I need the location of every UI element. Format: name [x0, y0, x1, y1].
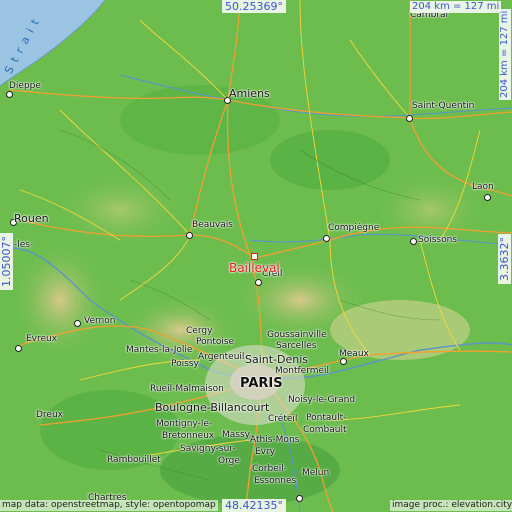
- city-dot: [410, 238, 417, 245]
- city-label-meaux: Meaux: [339, 349, 369, 359]
- map-credit: map data: openstreetmap, style: opentopo…: [0, 500, 218, 511]
- target-location-label: Bailleval: [229, 261, 280, 275]
- city-dot: [323, 235, 330, 242]
- city-label-saint-denis: Saint-Denis: [245, 353, 309, 366]
- city-label-orge: Orge: [218, 456, 240, 466]
- city-dot: [296, 495, 303, 502]
- city-label-montfermeil: Montfermeil: [275, 366, 330, 376]
- city-label-savigny: Savigny-sur-: [180, 444, 236, 454]
- city-label-bretonneux: Bretonneux: [162, 431, 215, 441]
- city-label-les: -les-: [14, 240, 34, 250]
- city-label-essonnes: Essonnes: [254, 476, 297, 486]
- city-dot: [6, 91, 13, 98]
- city-label-corbeil: Corbeil-: [252, 464, 287, 474]
- image-credit: image proc.: elevation.city: [390, 500, 512, 511]
- city-label-pontoise: Pontoise: [196, 337, 235, 347]
- city-dot: [255, 279, 262, 286]
- scale-vertical: 204 km = 127 mi: [499, 8, 511, 100]
- city-label-boulogne: Boulogne-Billancourt: [155, 401, 270, 414]
- city-label-soissons: Soissons: [418, 235, 457, 245]
- city-dot: [186, 232, 193, 239]
- coord-right: 3.3632°: [498, 234, 511, 284]
- city-label-montigny: Montigny-le-: [156, 419, 213, 429]
- city-label-pontault: Pontault-: [306, 413, 347, 423]
- city-dot: [340, 358, 347, 365]
- city-dot: [74, 320, 81, 327]
- city-label-compiegne: Compiègne: [328, 223, 380, 233]
- location-marker[interactable]: [251, 253, 258, 260]
- city-label-rambouillet: Rambouillet: [107, 455, 161, 465]
- city-label-dieppe: Dieppe: [9, 81, 41, 91]
- coord-top: 50.25369°: [222, 0, 286, 13]
- city-label-goussainville: Goussainville: [267, 330, 327, 340]
- coord-left: 1.05007°: [0, 233, 13, 290]
- city-dot: [406, 115, 413, 122]
- city-label-athis: Athis-Mons: [250, 435, 300, 445]
- scale-horizontal: 204 km = 127 mi: [410, 1, 502, 13]
- city-label-amiens: Amiens: [229, 87, 270, 100]
- city-label-combault: Combault: [303, 425, 347, 435]
- city-label-paris: PARIS: [240, 376, 283, 391]
- city-label-evreux: Evreux: [26, 334, 58, 344]
- city-label-laon: Laon: [472, 182, 494, 192]
- city-label-saint-quentin: Saint-Quentin: [412, 101, 475, 111]
- map-viewport[interactable]: Strait Cambrai Dieppe Amiens Saint-Quent…: [0, 0, 512, 512]
- city-label-melun: Melun: [302, 468, 330, 478]
- city-label-vernon: Vernon: [84, 316, 116, 326]
- city-label-noisy: Noisy-le-Grand: [288, 395, 356, 405]
- city-label-massy: Massy: [222, 430, 250, 440]
- city-label-mantes: Mantes-la-Jolie: [126, 345, 193, 355]
- city-label-sarcelles: Sarcelles: [276, 341, 317, 351]
- city-dot: [15, 345, 22, 352]
- city-label-beauvais: Beauvais: [192, 220, 233, 230]
- city-label-cergy: Cergy: [186, 326, 213, 336]
- city-label-poissy: Poissy: [171, 359, 199, 369]
- city-label-evry: Évry: [255, 447, 276, 457]
- city-label-dreux: Dreux: [36, 410, 63, 420]
- city-label-argenteuil: Argenteuil: [198, 352, 245, 362]
- city-dot: [484, 194, 491, 201]
- city-label-rouen: Rouen: [14, 212, 49, 225]
- coord-bottom: 48.42135°: [222, 499, 286, 512]
- city-label-creteil: Créteil: [268, 414, 298, 424]
- city-label-rueil: Rueil-Malmaison: [150, 384, 224, 394]
